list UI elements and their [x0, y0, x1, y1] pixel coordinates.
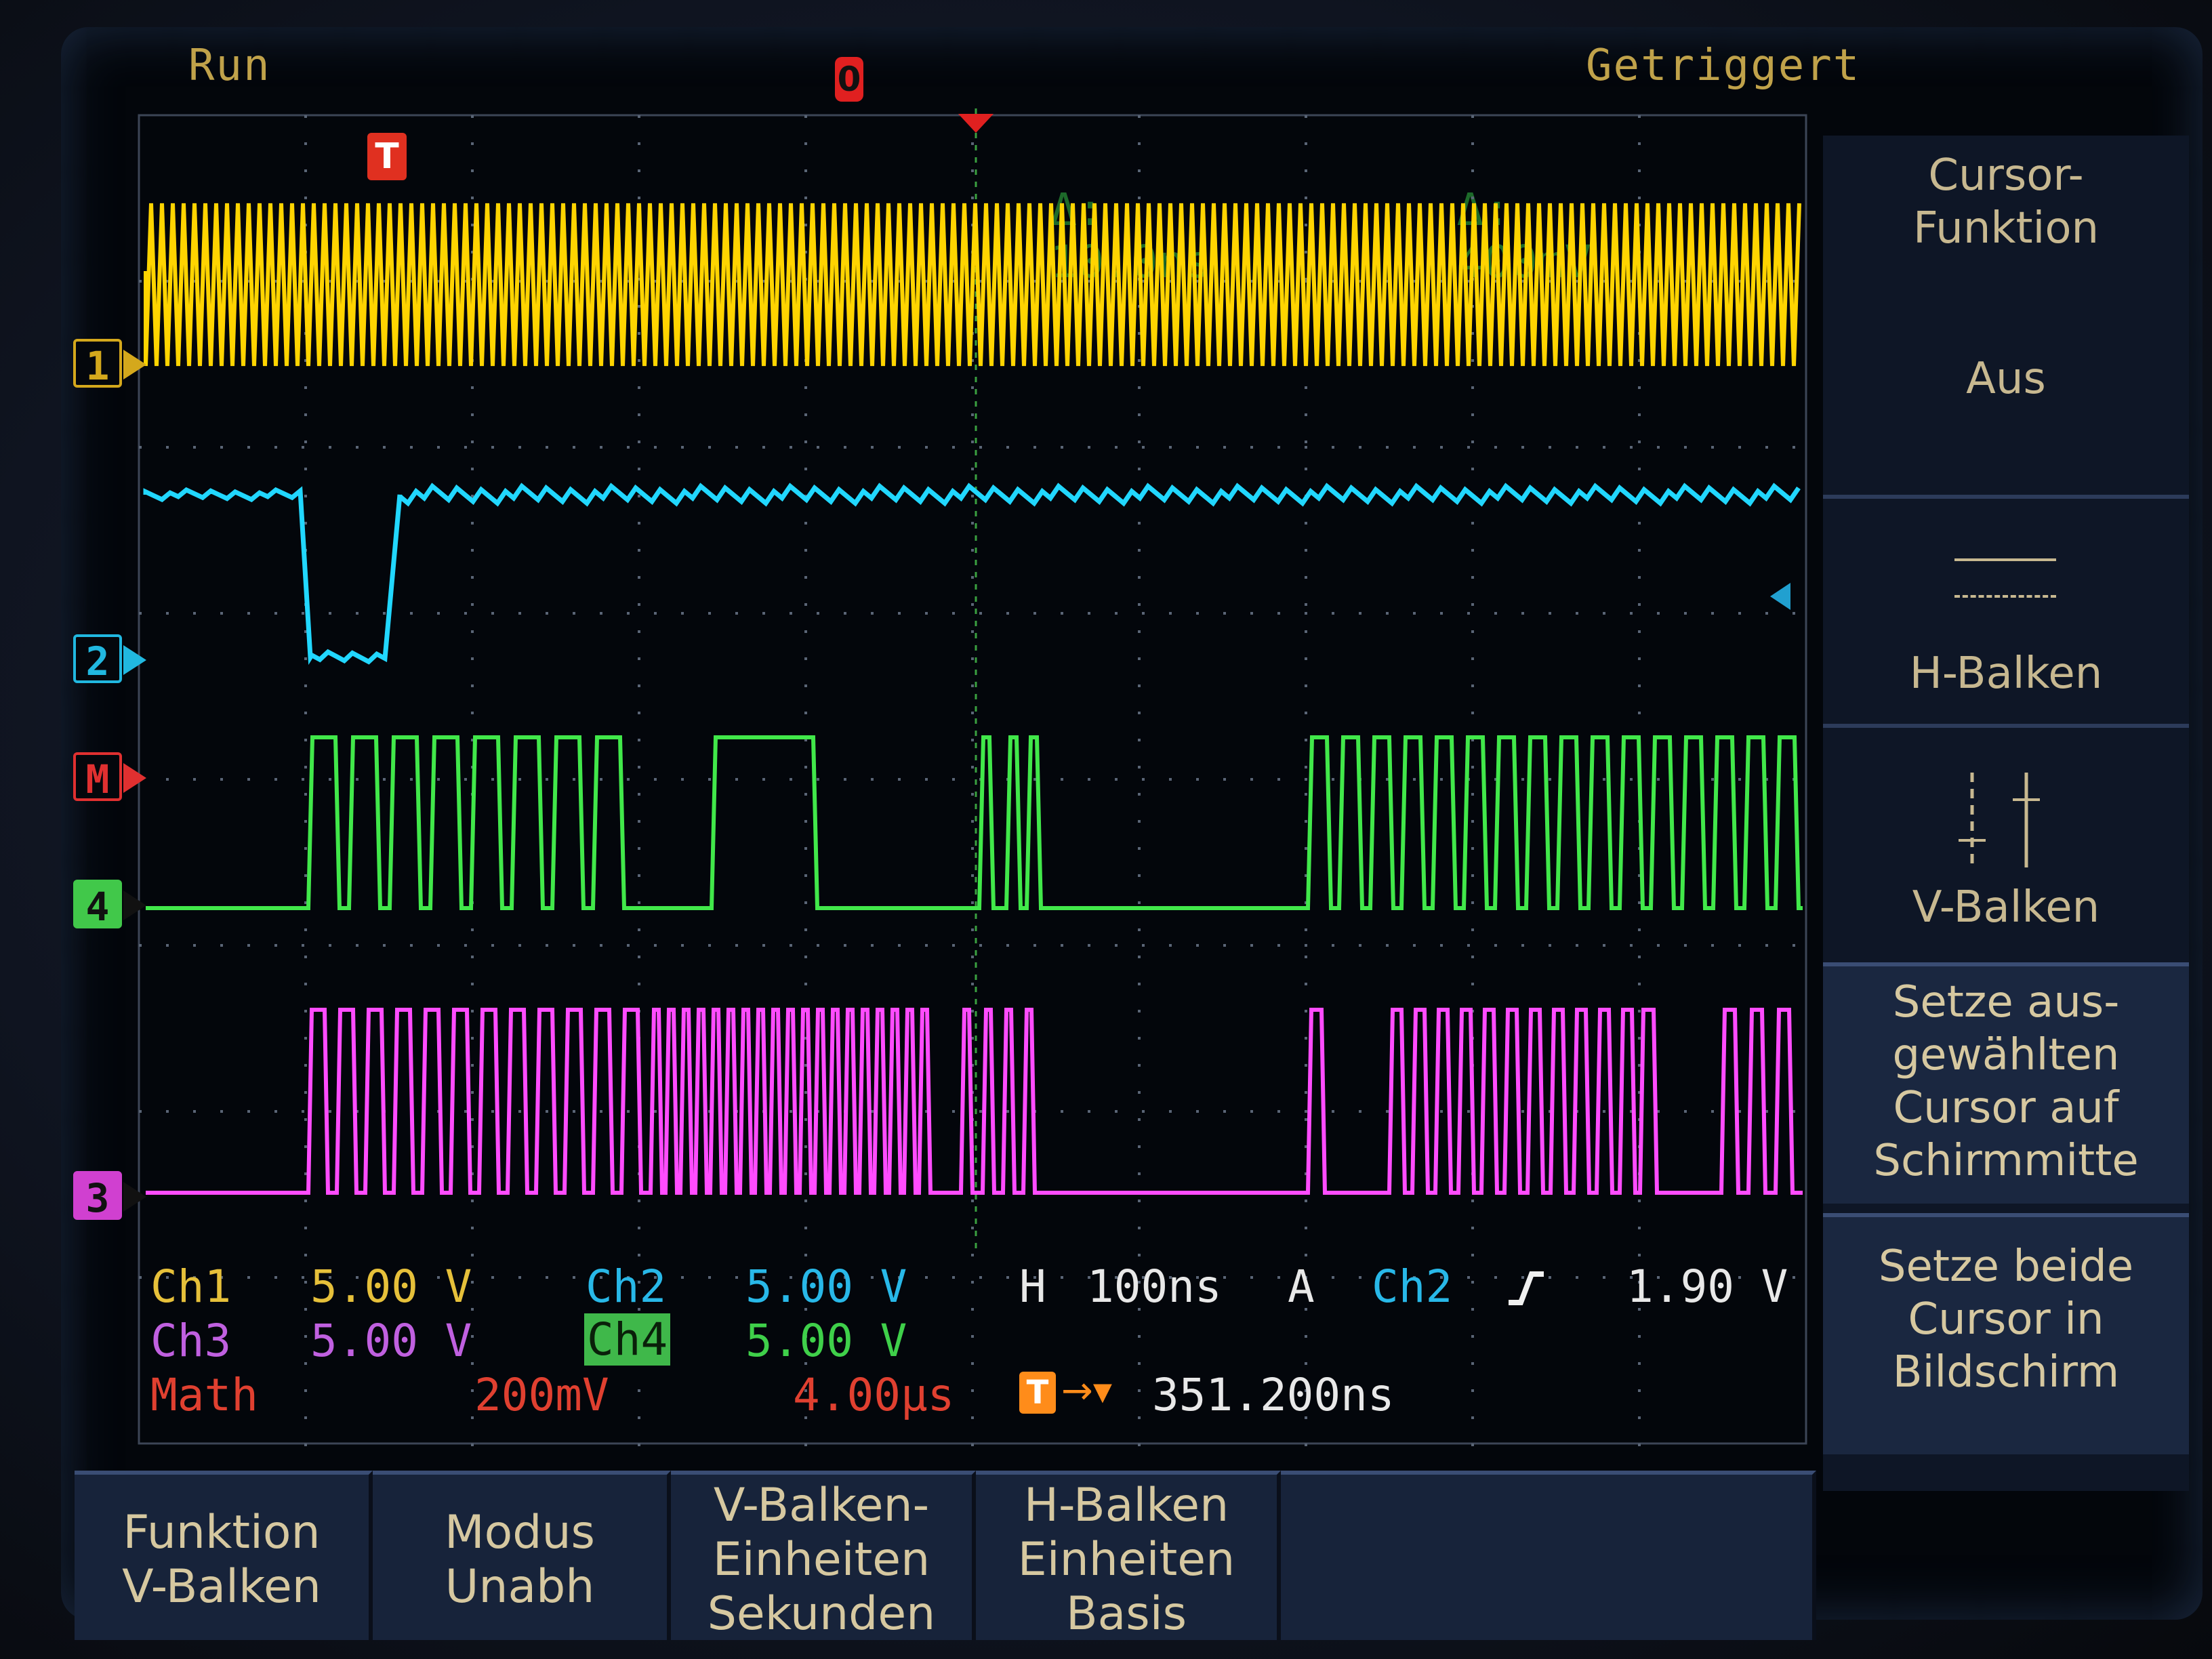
- v-bars-option[interactable]: V-Balken: [1823, 881, 2189, 934]
- ch2-label: Ch2: [586, 1261, 667, 1313]
- math-timebase: 4.00µs: [793, 1369, 955, 1421]
- v-bars-icon: [1959, 773, 2040, 867]
- h-bars-icon: [1954, 556, 2056, 598]
- bottom-menu-empty: [1281, 1471, 1816, 1640]
- trigger-mode: A: [1288, 1261, 1315, 1313]
- ch1-label: Ch1: [150, 1261, 232, 1313]
- ch4-scale: 5.00 V: [745, 1315, 907, 1367]
- ch2-scale: 5.00 V: [745, 1261, 907, 1313]
- ch3-label: Ch3: [150, 1315, 232, 1367]
- side-divider: [1823, 495, 2189, 499]
- math-marker[interactable]: M: [73, 752, 146, 802]
- bottom-menu-v-bar-units[interactable]: V-Balken- Einheiten Sekunden: [671, 1471, 976, 1641]
- trigger-level-arrow-icon: [1770, 583, 1790, 610]
- ch1-waveform: [144, 203, 1801, 367]
- trigger-source: Ch2: [1372, 1261, 1453, 1313]
- ch3-scale: 5.00 V: [310, 1315, 472, 1367]
- side-divider: [1823, 724, 2189, 728]
- ch4-label: Ch4: [584, 1313, 671, 1366]
- bottom-menu-function-v-bars[interactable]: Funktion V-Balken: [75, 1471, 373, 1640]
- rising-edge-icon: [1509, 1271, 1544, 1305]
- ch2-marker[interactable]: 2: [73, 634, 146, 684]
- bottom-menu-label: Funktion V-Balken: [122, 1506, 321, 1614]
- bottom-menu-label: H-Balken Einheiten Basis: [1017, 1479, 1235, 1641]
- cursor-function-state[interactable]: Aus: [1823, 352, 2189, 405]
- bottom-menu-mode[interactable]: Modus Unabh: [373, 1471, 671, 1640]
- both-cursors-on-screen-label: Setze beide Cursor in Bildschirm: [1878, 1242, 2134, 1397]
- ch3-marker[interactable]: 3: [73, 1171, 146, 1221]
- side-menu-title: Cursor- Funktion: [1912, 150, 2100, 253]
- ch4-marker[interactable]: 4: [73, 880, 146, 930]
- horizontal-label: H: [1019, 1261, 1046, 1313]
- horizontal-scale: 100ns: [1087, 1261, 1222, 1313]
- trigger-offset-value: 351.200ns: [1152, 1369, 1395, 1421]
- bottom-menu-label: V-Balken- Einheiten Sekunden: [707, 1479, 936, 1641]
- ch1-scale: 5.00 V: [310, 1261, 472, 1313]
- trigger-level: 1.90 V: [1626, 1261, 1788, 1313]
- bottom-menu-h-bar-units[interactable]: H-Balken Einheiten Basis: [976, 1471, 1281, 1641]
- ch4-waveform: [146, 735, 1803, 910]
- bottom-menu-label: Modus Unabh: [445, 1506, 595, 1614]
- trigger-point-icon: [958, 114, 994, 133]
- math-label: Math: [150, 1369, 258, 1421]
- ch3-waveform: [146, 1008, 1803, 1195]
- trigger-offset-icon: T: [1019, 1372, 1056, 1414]
- arrow-icon: →▾: [1061, 1369, 1113, 1413]
- ch1-marker[interactable]: 1: [73, 339, 146, 389]
- ch2-waveform: [143, 483, 1801, 665]
- math-scale: 200mV: [474, 1369, 609, 1421]
- center-selected-cursor-label: Setze aus- gewählten Cursor auf Schirmmi…: [1873, 977, 2139, 1186]
- h-bars-option[interactable]: H-Balken: [1823, 647, 2189, 700]
